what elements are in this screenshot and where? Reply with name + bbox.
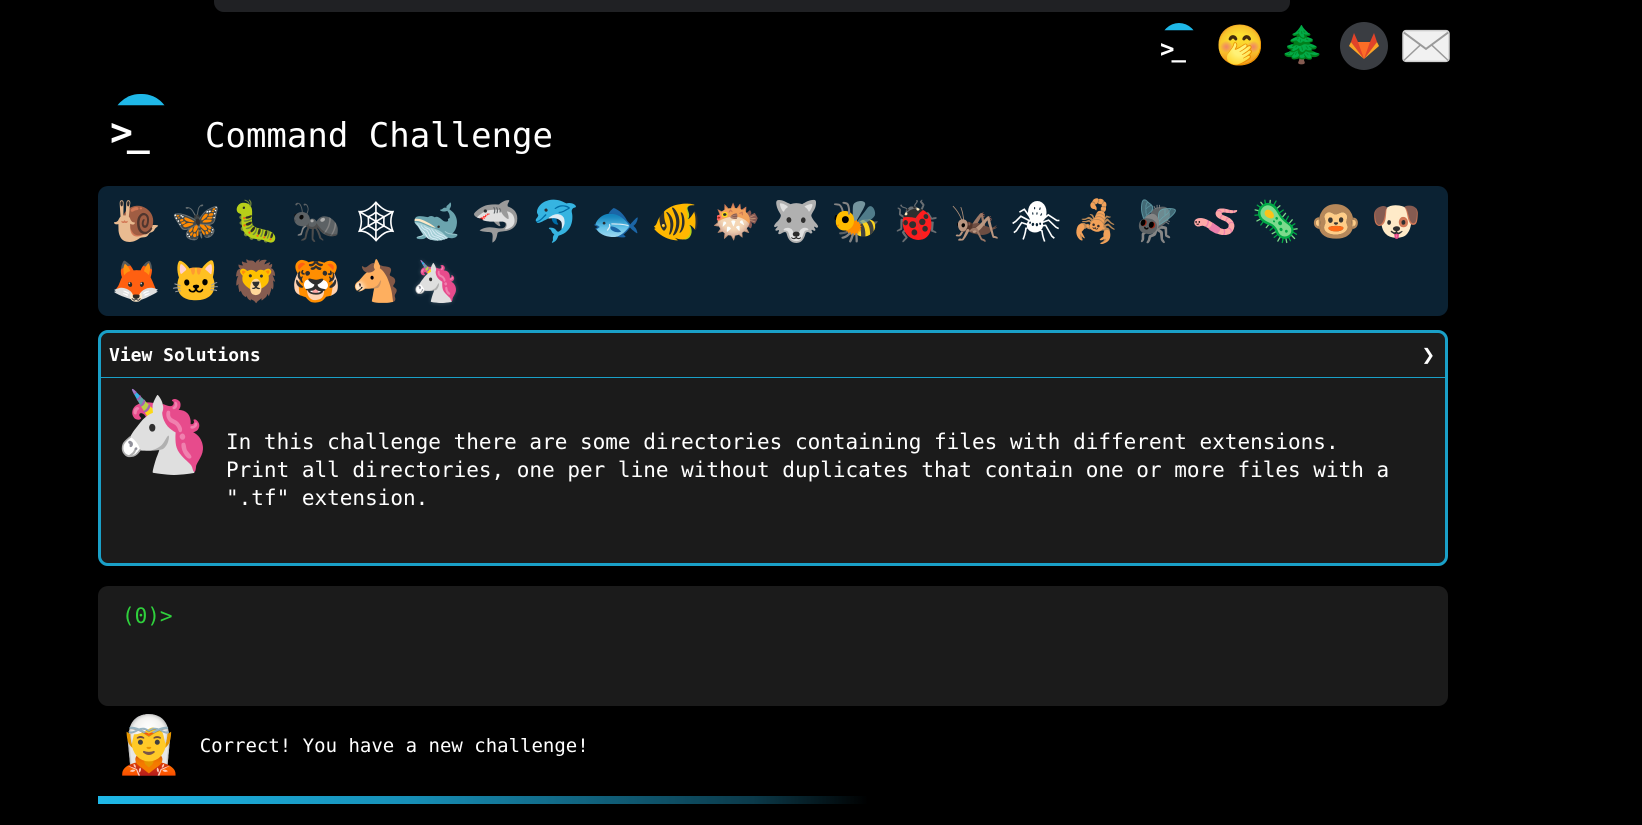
progress-fill [98,796,868,804]
progress-bar [98,796,1448,804]
tiger-icon[interactable]: 🐯 [286,252,346,312]
terminal-prompt-icon: >_ [110,110,150,154]
dolphin-icon[interactable]: 🐬 [526,192,586,252]
unicorn-icon[interactable]: 🦄 [406,252,466,312]
feedback-text: Correct! You have a new challenge! [199,735,589,757]
microbe-icon[interactable]: 🦠 [1246,192,1306,252]
page-title: Command Challenge [205,116,553,156]
app-logo[interactable]: >_ [108,94,174,158]
monkey-icon[interactable]: 🐵 [1306,192,1366,252]
scorpion-icon[interactable]: 🦂 [1066,192,1126,252]
wolf-icon[interactable]: 🐺 [766,192,826,252]
horse-icon[interactable]: 🐴 [346,252,406,312]
challenge-animals-panel: 🐌 🦋 🐛 🐜 🕸 🐋 🦈 🐬 🐟 🐠 🐡 🐺 🐝 🐞 🦗 🕷 🦂 🪰 🪱 🦠 🐵 🐶 🦊 🐱 🦁 🐯 🐴 🦄 [98,186,1448,316]
fox-icon[interactable]: 🦊 [106,252,166,312]
butterfly-icon[interactable]: 🦋 [166,192,226,252]
chevron-right-icon: ❯ [1421,342,1435,368]
spider-icon[interactable]: 🕷 [1006,192,1066,252]
snail-icon[interactable]: 🐌 [106,192,166,252]
gitlab-icon[interactable] [1340,22,1388,70]
browser-tab-strip [214,0,1290,12]
tropical-fish-icon[interactable]: 🐠 [646,192,706,252]
header-icons: >_ 🤭 🌲 [1154,22,1450,70]
whale-icon[interactable]: 🐋 [406,192,466,252]
cat-icon[interactable]: 🐱 [166,252,226,312]
feedback-message: 🧝 Correct! You have a new challenge! [114,718,589,774]
caterpillar-icon[interactable]: 🐛 [226,192,286,252]
ladybug-icon[interactable]: 🐞 [886,192,946,252]
view-solutions-toggle[interactable]: View Solutions ❯ [101,333,1445,378]
challenge-box: View Solutions ❯ 🦄 In this challenge the… [98,330,1448,566]
bee-icon[interactable]: 🐝 [826,192,886,252]
blowfish-icon[interactable]: 🐡 [706,192,766,252]
cricket-icon[interactable]: 🦗 [946,192,1006,252]
shushing-face-icon[interactable]: 🤭 [1215,22,1265,70]
dog-icon[interactable]: 🐶 [1366,192,1426,252]
ant-icon[interactable]: 🐜 [286,192,346,252]
spider-web-icon[interactable]: 🕸 [346,192,406,252]
fish-icon[interactable]: 🐟 [586,192,646,252]
terminal-input[interactable]: (0)> [98,586,1448,706]
fly-icon[interactable]: 🪰 [1126,192,1186,252]
lion-icon[interactable]: 🦁 [226,252,286,312]
tree-icon[interactable]: 🌲 [1278,22,1326,70]
mail-icon[interactable] [1402,22,1450,70]
terminal-prompt: (0)> [122,604,173,628]
challenge-description: In this challenge there are some directo… [226,430,1390,510]
command-challenge-home-icon[interactable]: >_ [1154,22,1202,70]
unicorn-avatar-icon: 🦄 [113,385,213,478]
elf-avatar-icon: 🧝 [114,713,184,778]
shark-icon[interactable]: 🦈 [466,192,526,252]
view-solutions-label: View Solutions [109,344,261,366]
worm-icon[interactable]: 🪱 [1186,192,1246,252]
challenge-body: 🦄 In this challenge there are some direc… [101,378,1445,563]
